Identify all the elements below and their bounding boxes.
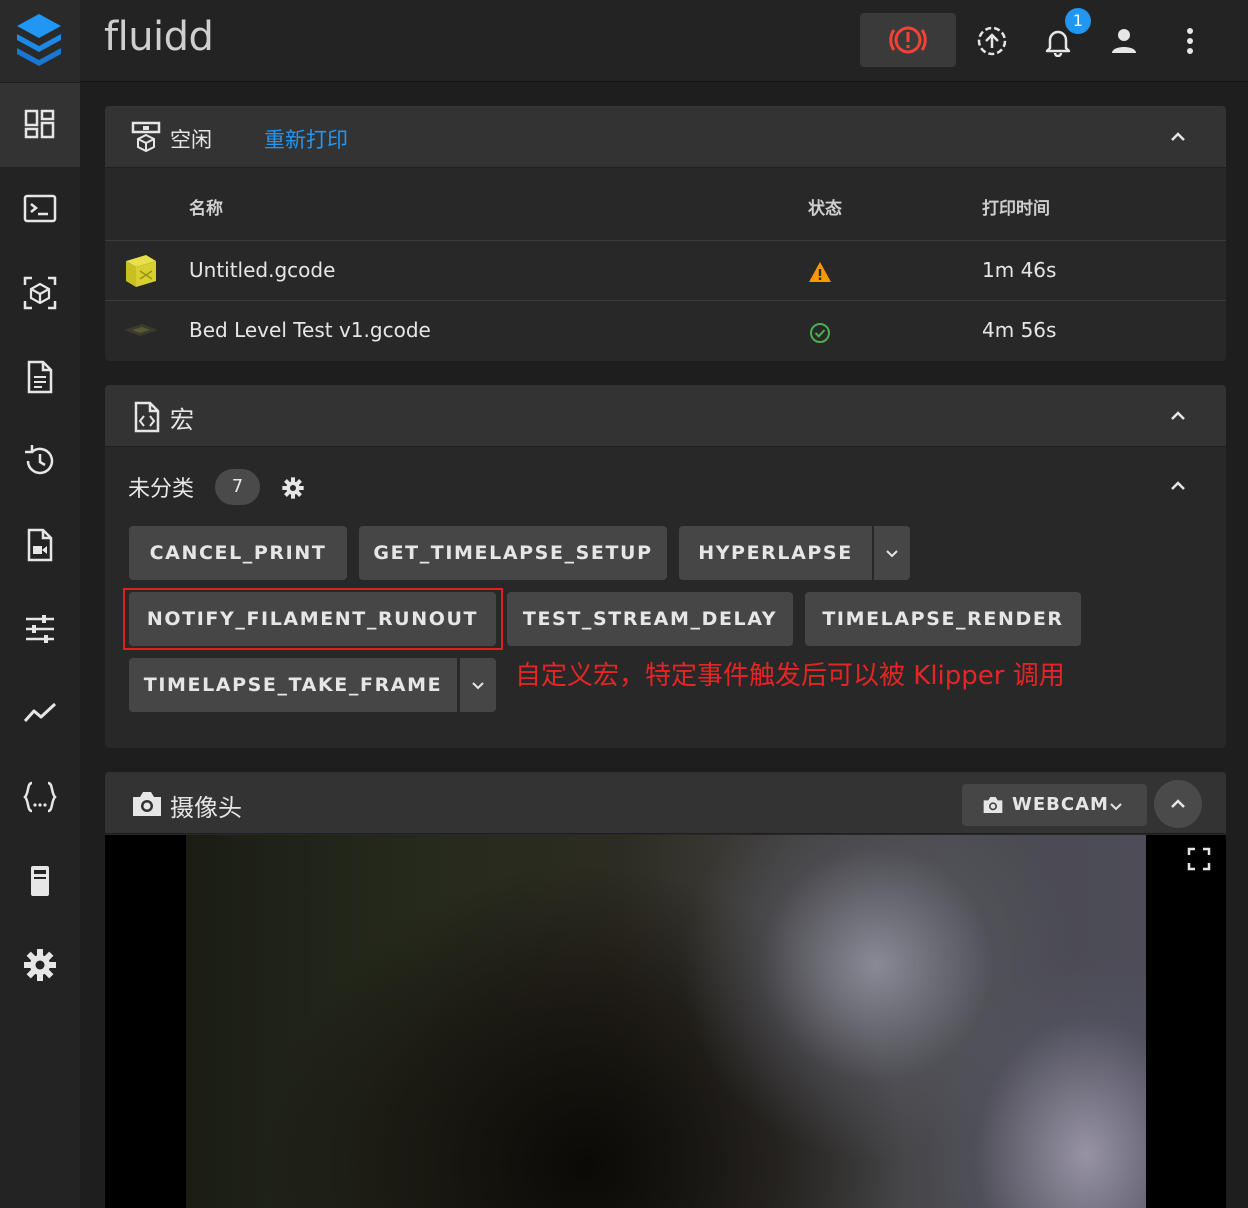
dots-vertical-icon — [1187, 28, 1193, 54]
nav-configuration[interactable] — [0, 755, 80, 839]
file-document-icon — [27, 360, 53, 394]
emergency-stop-icon — [889, 26, 927, 54]
gear-icon[interactable] — [281, 476, 305, 500]
macros-title: 宏 — [170, 406, 194, 434]
nav-console[interactable] — [0, 167, 80, 251]
job-print-time: 1m 46s — [982, 258, 1057, 282]
annotation-highlight-box — [123, 588, 503, 650]
nav-history[interactable] — [0, 419, 80, 503]
macro-hyperlapse-button[interactable]: HYPERLAPSE — [679, 526, 872, 580]
chevron-up-icon — [1171, 411, 1185, 420]
user-account-button[interactable] — [1102, 19, 1146, 63]
status-collapse-button[interactable] — [1160, 119, 1196, 155]
column-header-status[interactable]: 状态 — [808, 194, 842, 219]
chevron-down-icon — [886, 550, 898, 558]
camera-icon — [133, 792, 161, 816]
nav-jobs[interactable] — [0, 335, 80, 419]
nav-settings[interactable] — [0, 923, 80, 1007]
dashboard-icon — [24, 109, 55, 139]
printer-state-label: 空闲 — [170, 128, 212, 152]
nav-tune[interactable] — [0, 587, 80, 671]
nav-timelapse[interactable] — [0, 503, 80, 587]
file-video-icon — [27, 528, 53, 562]
macro-timelapse-take-frame-button[interactable]: TIMELAPSE_TAKE_FRAME — [129, 658, 457, 712]
job-name: Bed Level Test v1.gcode — [189, 318, 431, 342]
nav-scan[interactable] — [0, 251, 80, 335]
file-code-icon — [134, 401, 160, 433]
side-navigation — [0, 83, 80, 1208]
nav-dashboard[interactable] — [0, 83, 80, 167]
chevron-down-icon — [1110, 803, 1122, 811]
notification-count-badge: 1 — [1065, 8, 1091, 34]
webcam-stream-image — [186, 835, 1146, 1208]
console-icon — [23, 194, 57, 223]
macro-category-collapse-button[interactable] — [1160, 468, 1196, 504]
account-icon — [1112, 29, 1136, 53]
check-circle-icon — [810, 323, 830, 343]
app-title: fluidd — [104, 14, 214, 60]
layers-logo-icon — [17, 14, 61, 66]
macros-collapse-button[interactable] — [1160, 398, 1196, 434]
chevron-up-icon — [1171, 481, 1185, 490]
nav-system[interactable] — [0, 839, 80, 923]
job-name: Untitled.gcode — [189, 258, 336, 282]
cube-scan-icon — [23, 276, 57, 310]
webcam-select-dropdown[interactable]: WEBCAM — [962, 784, 1147, 826]
fluidd-logo[interactable] — [0, 0, 80, 82]
column-header-time[interactable]: 打印时间 — [982, 194, 1050, 219]
tune-icon — [26, 615, 54, 643]
more-menu-button[interactable] — [1168, 19, 1212, 63]
webcam-stream-area — [105, 835, 1226, 1208]
annotation-text: 自定义宏，特定事件触发后可以被 Klipper 调用 — [515, 661, 1065, 691]
chevron-up-icon — [1171, 799, 1185, 808]
fullscreen-icon[interactable] — [1186, 846, 1212, 872]
job-print-time: 4m 56s — [982, 318, 1057, 342]
code-braces-icon — [23, 781, 57, 813]
model-thumbnail-icon — [126, 255, 156, 287]
macro-cancel-print-button[interactable]: CANCEL_PRINT — [129, 526, 347, 580]
reprint-link[interactable]: 重新打印 — [264, 124, 348, 154]
upload-print-button[interactable] — [970, 19, 1014, 63]
macro-category-label: 未分类 — [128, 477, 195, 502]
chart-line-icon — [23, 702, 57, 723]
printer-3d-icon — [131, 121, 161, 153]
history-icon — [25, 445, 54, 475]
macro-timelapse-take-frame-options-button[interactable] — [460, 658, 496, 712]
emergency-stop-button[interactable] — [860, 13, 956, 67]
app-bar: fluidd 1 — [0, 0, 1248, 82]
chevron-up-icon — [1171, 132, 1185, 141]
printer-device-icon — [31, 866, 49, 896]
camera-title: 摄像头 — [170, 794, 242, 822]
camera-collapse-button[interactable] — [1154, 780, 1202, 828]
camera-icon — [983, 797, 1003, 813]
alert-icon — [809, 262, 831, 282]
macros-card-header — [105, 385, 1226, 447]
chevron-down-icon — [472, 682, 484, 690]
macro-test-stream-delay-button[interactable]: TEST_STREAM_DELAY — [507, 592, 793, 646]
macro-count-badge: 7 — [215, 469, 260, 505]
settings-icon — [24, 949, 56, 981]
macro-hyperlapse-options-button[interactable] — [874, 526, 910, 580]
macro-timelapse-render-button[interactable]: TIMELAPSE_RENDER — [805, 592, 1081, 646]
webcam-select-label: WEBCAM — [1012, 794, 1109, 815]
nav-charts[interactable] — [0, 671, 80, 755]
column-header-name[interactable]: 名称 — [189, 194, 223, 219]
upload-circle-icon — [977, 26, 1007, 56]
model-thumbnail-icon — [124, 324, 158, 336]
macro-get-timelapse-setup-button[interactable]: GET_TIMELAPSE_SETUP — [359, 526, 667, 580]
